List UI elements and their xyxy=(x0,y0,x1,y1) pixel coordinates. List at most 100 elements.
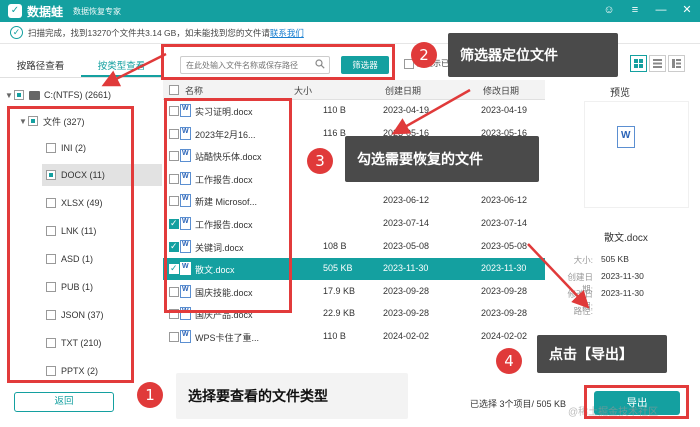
tree-type-txt[interactable]: TXT (210) xyxy=(46,332,162,354)
row-checkbox[interactable] xyxy=(169,151,179,162)
row-checkbox[interactable] xyxy=(169,196,179,207)
step-callout-1: 选择要查看的文件类型 xyxy=(176,373,408,419)
row-checkbox[interactable] xyxy=(169,332,179,342)
column-created[interactable]: 创建日期 xyxy=(385,84,421,97)
tree-type-xlsx[interactable]: XLSX (49) xyxy=(46,192,162,214)
row-checkbox[interactable] xyxy=(169,263,179,275)
drive-checkbox[interactable] xyxy=(14,90,24,100)
search-input[interactable] xyxy=(181,57,311,73)
tree-type-pub[interactable]: PUB (1) xyxy=(46,276,162,298)
cell-created: 2023-09-28 xyxy=(383,308,430,319)
preview-file-name: 散文.docx xyxy=(604,233,648,244)
word-document-icon xyxy=(180,262,191,276)
type-checkbox[interactable] xyxy=(46,310,56,320)
cell-modified: 2023-11-30 xyxy=(481,263,527,274)
preview-title: 预览 xyxy=(610,88,630,99)
column-modified[interactable]: 修改日期 xyxy=(483,84,519,97)
table-row[interactable]: 关键词.docx 108 B 2023-05-08 2023-05-08 xyxy=(163,236,545,258)
table-row[interactable]: 国庆产品.docx 22.9 KB 2023-09-28 2023-09-28 xyxy=(163,303,545,325)
tree-type-asd[interactable]: ASD (1) xyxy=(46,248,162,270)
cell-name: 工作报告.docx xyxy=(195,220,253,230)
table-row[interactable]: WPS卡住了重... 110 B 2024-02-02 2024-02-02 xyxy=(163,326,545,348)
menu-icon[interactable]: ≡ xyxy=(628,3,642,17)
column-name[interactable]: 名称 xyxy=(185,84,203,97)
column-size[interactable]: 大小 xyxy=(294,84,312,97)
drive-icon xyxy=(29,90,40,100)
feedback-icon[interactable]: ☺ xyxy=(602,3,616,17)
tab-by-path[interactable]: 按路径查看 xyxy=(0,56,81,77)
meta-size-label: 大小: xyxy=(573,255,593,265)
collapse-icon[interactable]: ▼ xyxy=(18,117,28,126)
table-row[interactable]: 国庆技能.docx 17.9 KB 2023-09-28 2023-09-28 xyxy=(163,281,545,303)
cell-modified: 2023-06-12 xyxy=(481,195,528,206)
cell-size: 110 B xyxy=(323,331,346,341)
filter-button[interactable]: 筛选器 xyxy=(341,56,389,74)
cell-created: 2023-05-08 xyxy=(383,240,430,251)
tree-type-ini[interactable]: INI (2) xyxy=(46,137,162,159)
folder-checkbox[interactable] xyxy=(28,116,38,126)
search-icon[interactable] xyxy=(315,59,325,69)
row-checkbox[interactable] xyxy=(169,286,179,297)
type-checkbox[interactable] xyxy=(46,198,56,208)
table-row[interactable]: 实习证明.docx 110 B 2023-04-19 2023-04-19 xyxy=(163,100,545,122)
type-checkbox[interactable] xyxy=(46,366,56,376)
type-checkbox[interactable] xyxy=(46,338,56,348)
scan-complete-icon: ✓ xyxy=(10,26,23,39)
tree-type-lnk[interactable]: LNK (11) xyxy=(46,220,162,242)
type-checkbox[interactable] xyxy=(46,254,56,264)
step-callout-2: 筛选器定位文件 xyxy=(448,33,618,77)
cell-name: 2023年2月16... xyxy=(195,129,256,140)
grid-view-button[interactable] xyxy=(630,55,647,72)
app-logo: ✓ 数据蛙 数据恢复专家 xyxy=(8,3,121,20)
watermark: @稀土掘金技术社区 xyxy=(568,407,659,418)
collapse-icon[interactable]: ▼ xyxy=(4,91,14,100)
row-checkbox[interactable] xyxy=(169,128,179,139)
selection-summary: 已选择 3个项目/ 505 KB xyxy=(470,399,567,409)
step-callout-4: 点击【导出】 xyxy=(537,335,667,373)
word-document-icon xyxy=(180,217,191,230)
step-badge-4: 4 xyxy=(496,348,522,374)
type-checkbox[interactable] xyxy=(46,282,56,292)
cell-name: 新建 Microsof... xyxy=(195,197,258,208)
tree-folder-node[interactable]: ▼ 文件 (327) xyxy=(18,110,162,132)
search-box[interactable] xyxy=(180,56,330,74)
cell-created: 2023-07-14 xyxy=(383,218,430,228)
scan-status-text: 扫描完成，找到13270个文件共3.14 GB，如未能找到您的文件请 xyxy=(28,27,270,38)
list-view-button[interactable] xyxy=(649,55,666,72)
back-button[interactable]: 返回 xyxy=(14,392,114,412)
detail-view-button[interactable] xyxy=(668,55,685,72)
tree-type-json[interactable]: JSON (37) xyxy=(46,304,162,326)
type-checkbox[interactable] xyxy=(46,170,56,180)
cell-modified: 2023-09-28 xyxy=(481,308,528,319)
cell-modified: 2023-05-08 xyxy=(481,240,528,251)
type-label: TXT (210) xyxy=(61,338,102,348)
tree-drive-node[interactable]: ▼ C:(NTFS) (2661) xyxy=(4,84,162,106)
row-checkbox[interactable] xyxy=(169,309,179,320)
row-checkbox[interactable] xyxy=(169,241,179,252)
word-document-icon xyxy=(180,307,191,321)
table-row[interactable]: 新建 Microsof... 2023-06-12 2023-06-12 xyxy=(163,190,545,212)
minimize-icon[interactable]: — xyxy=(654,3,668,17)
type-label: PPTX (2) xyxy=(61,366,99,376)
row-checkbox[interactable] xyxy=(169,106,179,116)
close-icon[interactable]: ✕ xyxy=(680,3,694,17)
tree-type-pptx[interactable]: PPTX (2) xyxy=(46,360,162,382)
word-document-icon xyxy=(180,194,191,208)
cell-modified: 2024-02-02 xyxy=(481,331,528,341)
table-row[interactable]: 工作报告.docx 2023-07-14 2023-07-14 xyxy=(163,213,545,235)
tab-by-type[interactable]: 按类型查看 xyxy=(81,56,162,77)
meta-path-label: 路径: xyxy=(573,306,593,316)
cell-name: WPS卡住了重... xyxy=(195,333,260,343)
tree-type-docx[interactable]: DOCX (11) xyxy=(42,164,162,186)
row-checkbox[interactable] xyxy=(169,173,179,184)
row-checkbox[interactable] xyxy=(169,218,179,229)
word-document-icon xyxy=(180,330,191,343)
contact-us-link[interactable]: 联系我们 xyxy=(270,27,304,39)
type-checkbox[interactable] xyxy=(46,226,56,236)
type-checkbox[interactable] xyxy=(46,143,56,153)
cell-size: 108 B xyxy=(323,240,347,251)
table-row[interactable]: 散文.docx 505 KB 2023-11-30 2023-11-30 xyxy=(163,258,545,281)
cell-size: 505 KB xyxy=(323,263,353,274)
type-label: JSON (37) xyxy=(61,310,104,320)
select-all-checkbox[interactable] xyxy=(169,85,179,95)
